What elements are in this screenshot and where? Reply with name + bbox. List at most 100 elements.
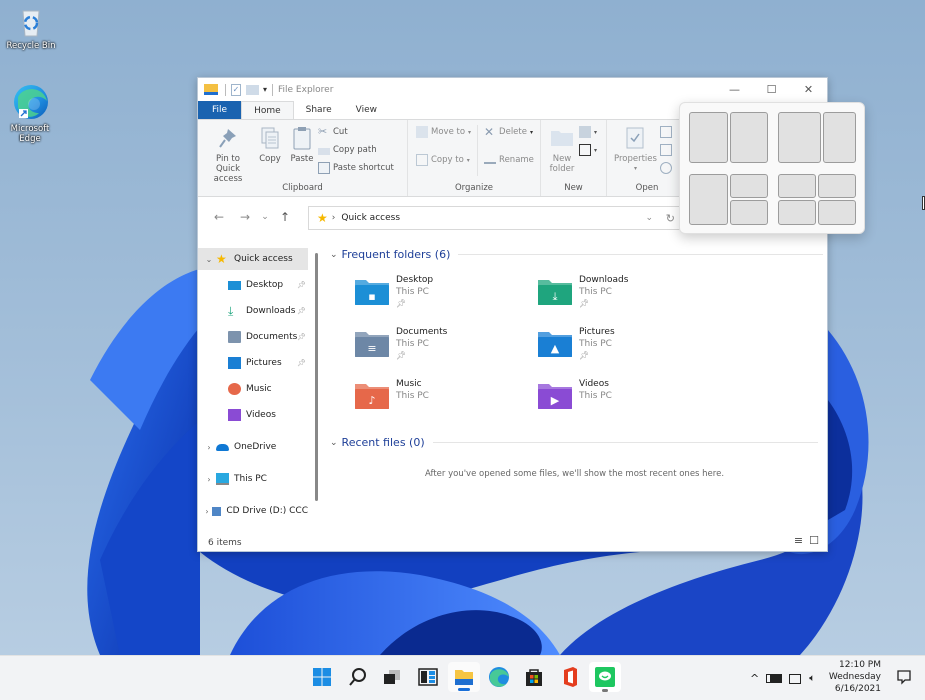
breadcrumb-quick-access[interactable]: Quick access (341, 213, 400, 223)
edit-button[interactable] (659, 143, 672, 157)
title-bar[interactable]: ✓ ▾ File Explorer — ☐ ✕ (198, 78, 827, 101)
folder-tile-videos[interactable]: ▶ Videos This PC (537, 378, 612, 410)
snap-layout-1-left[interactable] (689, 112, 728, 163)
maximize-button[interactable]: ☐ (753, 78, 790, 101)
taskbar-file-explorer[interactable] (448, 662, 480, 692)
tab-view[interactable]: View (344, 101, 389, 119)
battery-icon[interactable] (766, 674, 783, 683)
nav-item-quick-access[interactable]: ⌄ ★ Quick access (198, 248, 308, 270)
windows-start-icon (313, 668, 331, 686)
up-button[interactable]: ↑ (272, 210, 298, 224)
taskbar-office[interactable] (554, 662, 586, 692)
desktop-icon-recycle-bin[interactable]: Recycle Bin (1, 6, 61, 51)
recent-files-header[interactable]: ⌄ Recent files (0) (330, 436, 818, 449)
folder-tile-desktop[interactable]: ▪ Desktop This PC 📌︎ (354, 274, 433, 309)
search-button[interactable] (342, 662, 374, 692)
clock-day: Wednesday (828, 672, 881, 682)
snap-layout-3-top-right[interactable] (730, 174, 768, 198)
copy-icon (257, 125, 283, 151)
folder-tile-documents[interactable]: ≡ Documents This PC 📌︎ (354, 326, 447, 361)
details-view-icon[interactable]: ≡ (794, 534, 803, 547)
quick-properties-icon[interactable]: ✓ (231, 83, 241, 96)
delete-button[interactable]: ✕ Delete ▾ (484, 125, 534, 139)
close-button[interactable]: ✕ (790, 78, 827, 101)
pinned-icon: 📌︎ (579, 299, 590, 308)
collapse-chevron-icon: ⌄ (330, 249, 338, 260)
rename-button[interactable]: Rename (484, 153, 534, 167)
history-button[interactable] (659, 161, 672, 175)
paste-icon (289, 125, 315, 151)
folder-tile-pictures[interactable]: ▲ Pictures This PC 📌︎ (537, 326, 615, 361)
snap-layout-3-bottom-right[interactable] (730, 200, 768, 225)
clock[interactable]: 12:10 PM Wednesday 6/16/2021 (829, 659, 881, 695)
snap-layout-4-bottom-left[interactable] (778, 200, 816, 225)
new-item-button[interactable]: ▾ (579, 125, 597, 139)
tab-share[interactable]: Share (294, 101, 344, 119)
nav-item-documents[interactable]: Documents 📌︎ (198, 326, 308, 348)
new-item-icon (579, 126, 591, 138)
nav-pane-scrollbar[interactable] (315, 253, 318, 501)
nav-item-desktop[interactable]: Desktop 📌︎ (198, 274, 308, 296)
expand-chevron-icon[interactable]: › (202, 443, 216, 452)
refresh-icon[interactable]: ↻ (666, 212, 675, 225)
expand-chevron-icon[interactable]: › (202, 475, 216, 484)
notifications-button[interactable] (896, 669, 912, 688)
folder-tile-downloads[interactable]: ⤓ Downloads This PC 📌︎ (537, 274, 628, 309)
snap-layout-4-bottom-right[interactable] (818, 200, 856, 225)
cut-button[interactable]: ✂ Cut (318, 125, 394, 139)
back-button[interactable]: ← (206, 210, 232, 224)
running-indicator (602, 689, 608, 692)
address-dropdown-icon[interactable]: ⌄ (645, 213, 653, 223)
snap-layout-4-top-right[interactable] (818, 174, 856, 198)
taskbar-edge[interactable] (483, 662, 515, 692)
volume-icon[interactable]: 🔈︎ (809, 673, 815, 684)
nav-item-cd-drive-d-ccc[interactable]: › CD Drive (D:) CCC (198, 500, 308, 522)
address-bar[interactable]: ★ › Quick access ⌄ ↻ (308, 206, 680, 230)
network-icon[interactable] (789, 673, 802, 684)
nav-item-downloads[interactable]: ⤓ Downloads 📌︎ (198, 300, 308, 322)
easy-access-button[interactable]: ▾ (579, 143, 597, 157)
snap-layout-1-right[interactable] (730, 112, 768, 163)
move-to-button[interactable]: Move to ▾ (416, 125, 471, 139)
pictures-icon (228, 357, 241, 369)
show-hidden-icons-button[interactable]: ^ (750, 672, 759, 685)
snap-layout-2-right[interactable] (823, 112, 856, 163)
taskbar-store[interactable] (518, 662, 550, 692)
nav-item-music[interactable]: Music (198, 378, 308, 400)
music-folder-icon: ♪ (354, 382, 390, 410)
taskbar-chat[interactable] (589, 662, 621, 692)
snap-layout-2-left[interactable] (778, 112, 821, 163)
customize-toolbar-icon[interactable]: ▾ (263, 85, 267, 94)
forward-button[interactable]: → (232, 210, 258, 224)
nav-item-this-pc[interactable]: › This PC (198, 468, 308, 490)
snap-layout-4-top-left[interactable] (778, 174, 816, 198)
copy-to-icon (416, 154, 428, 166)
quick-new-folder-icon[interactable] (246, 84, 259, 95)
copy-path-button[interactable]: Copy path (318, 143, 394, 157)
taskbar: ^ 🔈︎ 12:10 PM Wednesday 6/16/2021 (0, 655, 925, 700)
frequent-folders-header[interactable]: ⌄ Frequent folders (6) (330, 248, 824, 261)
expand-chevron-icon[interactable]: › (202, 507, 212, 516)
nav-item-pictures[interactable]: Pictures 📌︎ (198, 352, 308, 374)
desktop-icon-edge[interactable]: Microsoft Edge (0, 83, 60, 144)
recent-locations-button[interactable]: ⌄ (258, 212, 272, 222)
widgets-button[interactable] (412, 662, 444, 692)
tab-home[interactable]: Home (241, 101, 294, 119)
cd-drive-icon (212, 506, 222, 516)
clock-time: 12:10 PM (839, 660, 881, 670)
task-view-button[interactable] (376, 662, 408, 692)
large-icons-view-icon[interactable]: ☐ (809, 534, 819, 547)
paste-shortcut-button[interactable]: Paste shortcut (318, 161, 394, 175)
start-button[interactable] (306, 662, 338, 692)
nav-item-videos[interactable]: Videos (198, 404, 308, 426)
group-label-new: New (564, 183, 583, 193)
snap-layout-3-left[interactable] (689, 174, 728, 225)
folder-tile-music[interactable]: ♪ Music This PC (354, 378, 429, 410)
nav-item-onedrive[interactable]: › OneDrive (198, 436, 308, 458)
expand-chevron-icon[interactable]: ⌄ (202, 255, 216, 264)
open-button[interactable] (659, 125, 672, 139)
tab-file[interactable]: File (198, 101, 242, 119)
copy-to-button[interactable]: Copy to ▾ (416, 153, 471, 167)
minimize-button[interactable]: — (716, 78, 753, 101)
ribbon-group-clipboard: Pin to Quick access Copy Paste ✂ Cut Copy… (198, 120, 408, 196)
